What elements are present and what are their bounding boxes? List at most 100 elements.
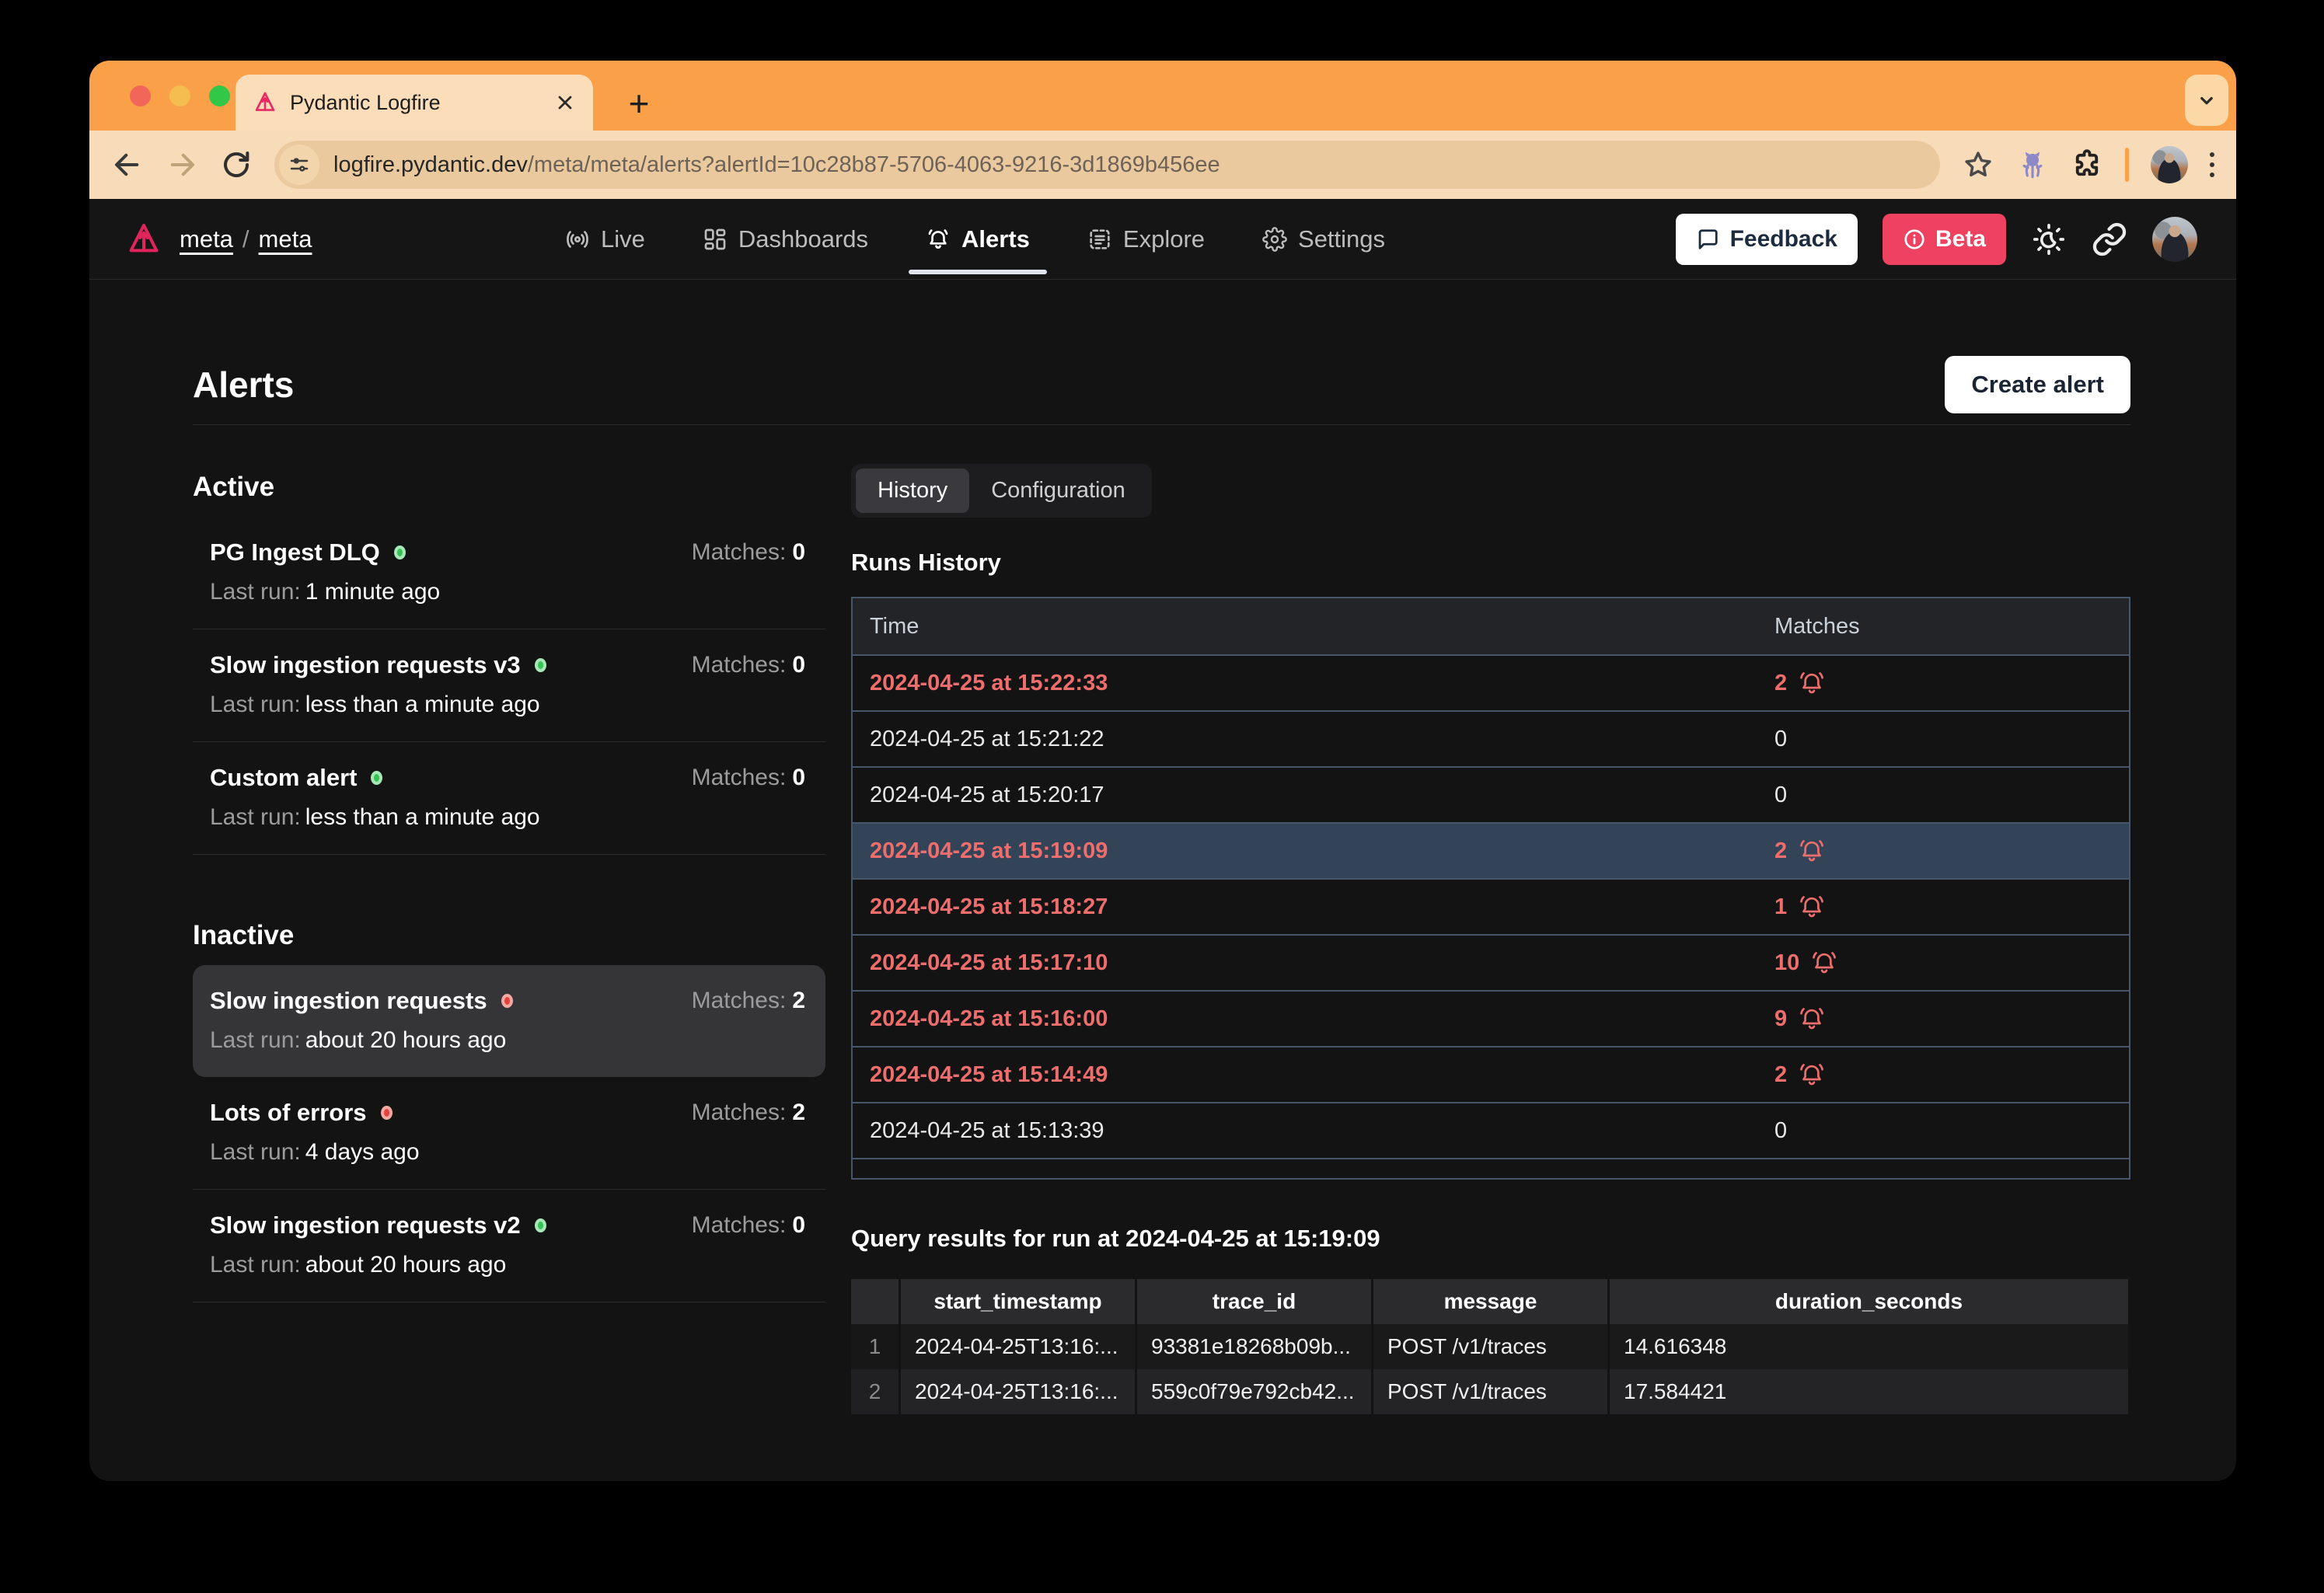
forward-button[interactable] (166, 148, 198, 181)
runs-history-row[interactable]: 2024-04-25 at 15:13:390 (853, 1102, 2129, 1158)
alert-list-item[interactable]: Slow ingestion requests Matches:2 Last run… (193, 965, 825, 1077)
bell-icon (1798, 893, 1826, 921)
main-nav: Live Dashboards Alerts Explore Settings (565, 199, 1385, 279)
url-bar[interactable]: logfire.pydantic.dev/meta/meta/alerts?al… (274, 141, 1940, 189)
reload-button[interactable] (220, 148, 253, 181)
run-matches-value: 9 (1774, 1006, 1787, 1032)
runs-history-row[interactable]: 2024-04-25 at 15:22:332 (853, 654, 2129, 710)
create-alert-button[interactable]: Create alert (1945, 356, 2130, 413)
logfire-logo-icon[interactable] (125, 221, 162, 258)
alert-list-item[interactable]: Slow ingestion requests v2 Matches:0 Last … (193, 1190, 825, 1302)
last-run-label: Last run: (210, 1252, 301, 1278)
runs-history-row[interactable]: 2024-04-25 at 15:16:009 (853, 990, 2129, 1046)
runs-history-row[interactable]: 2024-04-25 at 15:14:492 (853, 1046, 2129, 1102)
run-matches: 2 (1774, 1061, 2129, 1089)
query-cell-trace_id: 559c0f79e792cb42... (1137, 1369, 1373, 1414)
share-link-icon[interactable] (2092, 221, 2127, 257)
maximize-window-button[interactable] (209, 85, 230, 106)
feedback-button[interactable]: Feedback (1676, 214, 1858, 265)
query-column-header: start_timestamp (901, 1279, 1137, 1324)
site-settings-icon[interactable] (279, 145, 319, 185)
runs-history-table: Time Matches 2024-04-25 at 15:22:3322024… (851, 597, 2130, 1180)
nav-item-live[interactable]: Live (565, 199, 645, 279)
nav-label: Settings (1298, 225, 1385, 253)
status-ok-icon (371, 771, 382, 785)
alert-list-item[interactable]: Lots of errorsMatches:2Last run:4 days a… (193, 1077, 825, 1190)
run-time: 2024-04-25 at 15:16:00 (853, 1006, 1774, 1032)
bell-icon (926, 227, 951, 252)
header-actions: Feedback Beta (1676, 214, 2197, 265)
matches-label: Matches: (692, 539, 787, 565)
minimize-window-button[interactable] (169, 85, 190, 106)
runs-history-row[interactable]: 2024-04-25 at 15:17:1010 (853, 934, 2129, 990)
status-ok-icon (394, 546, 406, 559)
alert-item-header: Slow ingestion requests v2 Matches:0 (210, 1211, 805, 1239)
window-controls (130, 85, 230, 106)
query-column-header: duration_seconds (1610, 1279, 2130, 1324)
browser-profile-avatar[interactable] (2151, 146, 2188, 183)
query-cell-duration_seconds: 14.616348 (1610, 1324, 2130, 1369)
run-matches-value: 2 (1774, 671, 1787, 696)
tab-configuration[interactable]: Configuration (969, 469, 1147, 513)
nav-label: Dashboards (738, 225, 868, 253)
nav-item-settings[interactable]: Settings (1262, 199, 1385, 279)
new-tab-button[interactable]: + (618, 82, 660, 124)
browser-window: Pydantic Logfire + logfire.pydantic.dev/… (89, 61, 2236, 1481)
run-matches-value: 10 (1774, 950, 1799, 976)
browser-menu-icon[interactable] (2210, 152, 2214, 177)
run-time: 2024-04-25 at 15:17:10 (853, 950, 1774, 976)
alert-name: Slow ingestion requests v2 (210, 1211, 521, 1239)
alert-matches: Matches:2 (692, 988, 805, 1014)
alert-last-run: Last run:about 20 hours ago (210, 1027, 805, 1054)
tab-history[interactable]: History (856, 469, 969, 513)
alerts-sidebar: Active PG Ingest DLQMatches:0Last run:1 … (193, 464, 825, 1302)
beta-badge-button[interactable]: Beta (1883, 214, 2006, 265)
runs-history-row[interactable]: 2024-04-25 at 15:20:170 (853, 766, 2129, 822)
alert-last-run: Last run:1 minute ago (210, 579, 805, 605)
alert-name: Slow ingestion requests v3 (210, 651, 521, 679)
alert-name: Slow ingestion requests (210, 987, 487, 1015)
close-window-button[interactable] (130, 85, 151, 106)
alert-item-header: Slow ingestion requests v3Matches:0 (210, 651, 805, 679)
status-ok-icon (535, 1218, 546, 1232)
back-button[interactable] (111, 148, 144, 181)
breadcrumb-separator: / (243, 225, 249, 253)
query-cell-start_timestamp: 2024-04-25T13:16:... (901, 1324, 1137, 1369)
alert-list-item[interactable]: Custom alertMatches:0Last run:less than … (193, 742, 825, 855)
nav-item-alerts[interactable]: Alerts (926, 199, 1030, 279)
breadcrumb-project-link[interactable]: meta (259, 225, 312, 253)
matches-value: 2 (792, 1100, 805, 1125)
bookmark-star-icon[interactable] (1962, 148, 1994, 181)
matches-value: 0 (792, 1212, 805, 1238)
theme-toggle-sun-moon-icon[interactable] (2031, 221, 2067, 257)
runs-history-row[interactable]: 2024-04-25 at 15:19:092 (853, 822, 2129, 878)
run-matches: 0 (1774, 783, 2129, 808)
tab-search-button[interactable] (2185, 75, 2228, 126)
gear-icon (1262, 227, 1287, 252)
alert-list-item[interactable]: PG Ingest DLQMatches:0Last run:1 minute … (193, 517, 825, 629)
purple-cat-extension-icon[interactable] (2016, 148, 2049, 181)
bell-icon (1798, 1005, 1826, 1033)
alert-matches: Matches:0 (692, 1212, 805, 1239)
query-row-index: 1 (851, 1324, 901, 1369)
run-matches: 1 (1774, 893, 2129, 921)
matches-label: Matches: (692, 1212, 787, 1238)
run-time: 2024-04-25 at 15:20:17 (853, 783, 1774, 808)
last-run-value: 4 days ago (305, 1139, 420, 1165)
matches-value: 0 (792, 765, 805, 790)
nav-item-explore[interactable]: Explore (1087, 199, 1205, 279)
browser-tab[interactable]: Pydantic Logfire (236, 75, 593, 131)
user-avatar[interactable] (2152, 217, 2197, 262)
active-alerts-list: PG Ingest DLQMatches:0Last run:1 minute … (193, 517, 825, 855)
runs-history-row[interactable]: 2024-04-25 at 15:21:220 (853, 710, 2129, 766)
nav-item-dashboards[interactable]: Dashboards (703, 199, 868, 279)
breadcrumb-org-link[interactable]: meta (180, 225, 233, 253)
alert-list-item[interactable]: Slow ingestion requests v3Matches:0Last … (193, 629, 825, 742)
last-run-label: Last run: (210, 579, 301, 605)
runs-history-row[interactable]: 2024-04-25 at 15:18:271 (853, 878, 2129, 934)
close-tab-icon[interactable] (554, 92, 576, 113)
last-run-label: Last run: (210, 804, 301, 830)
alert-item-header: Custom alertMatches:0 (210, 764, 805, 792)
run-time: 2024-04-25 at 15:19:09 (853, 838, 1774, 864)
extensions-puzzle-icon[interactable] (2071, 148, 2103, 181)
